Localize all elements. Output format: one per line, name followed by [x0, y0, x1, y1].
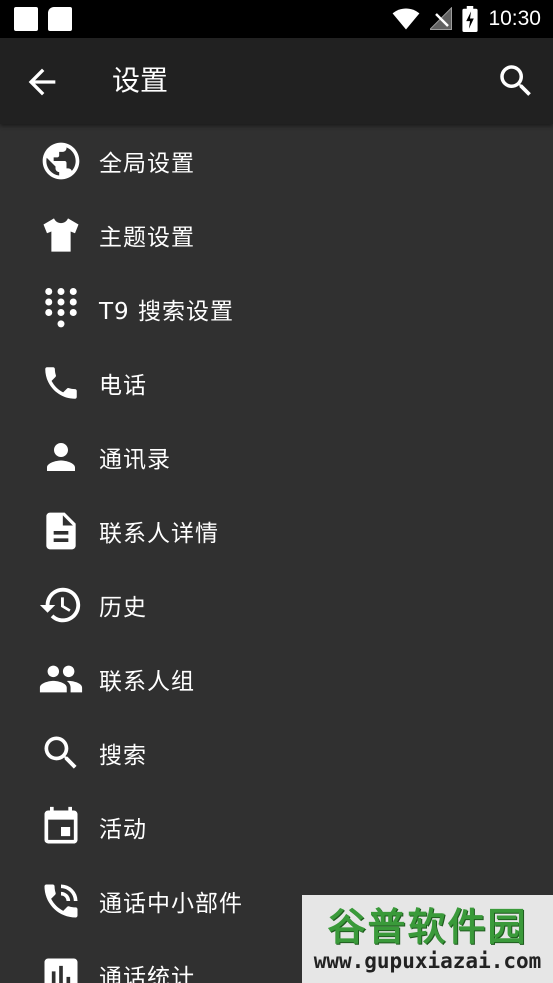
person-icon	[38, 434, 84, 480]
back-button[interactable]	[22, 62, 62, 102]
notification-square-icon	[14, 7, 38, 31]
settings-item-label: 电话	[99, 373, 147, 399]
notification-square-icon	[48, 7, 72, 31]
tshirt-icon	[38, 212, 84, 258]
globe-icon	[38, 138, 84, 184]
settings-item-contacts[interactable]: 通讯录	[0, 420, 553, 494]
page-title: 设置	[112, 64, 169, 97]
settings-item-label: 主题设置	[99, 225, 195, 251]
settings-item-t9-search[interactable]: T9 搜索设置	[0, 272, 553, 346]
arrow-back-icon	[28, 68, 56, 96]
history-icon	[38, 582, 84, 628]
settings-item-label: 搜索	[99, 743, 147, 769]
settings-item-label: 历史	[99, 595, 147, 621]
dialpad-icon	[38, 286, 84, 332]
settings-item-history[interactable]: 历史	[0, 568, 553, 642]
settings-item-label: 通话统计	[99, 965, 195, 983]
settings-item-label: 全局设置	[99, 151, 195, 177]
phone-icon	[38, 360, 84, 406]
status-notifications	[14, 7, 72, 31]
settings-item-label: 通讯录	[99, 447, 171, 473]
wifi-icon	[392, 7, 420, 31]
settings-item-contact-details[interactable]: 联系人详情	[0, 494, 553, 568]
search-icon	[38, 730, 84, 776]
status-bar: 10:30	[0, 0, 553, 38]
settings-item-events[interactable]: 活动	[0, 790, 553, 864]
settings-item-global[interactable]: 全局设置	[0, 124, 553, 198]
settings-item-label: 联系人组	[99, 669, 195, 695]
battery-charging-icon	[462, 6, 479, 32]
no-signal-icon	[430, 7, 453, 31]
status-indicators: 10:30	[392, 6, 541, 32]
watermark-logo: 谷普软件园	[327, 905, 528, 949]
settings-list: 全局设置 主题设置 T9 搜索设置 电话 通讯录 联系人详情 历史 联系人组 搜…	[0, 124, 553, 983]
settings-item-label: T9 搜索设置	[99, 299, 234, 325]
settings-item-label: 联系人详情	[99, 521, 219, 547]
settings-item-theme[interactable]: 主题设置	[0, 198, 553, 272]
search-button[interactable]	[495, 60, 537, 102]
group-icon	[38, 656, 84, 702]
calendar-icon	[38, 804, 84, 850]
document-icon	[38, 508, 84, 554]
settings-item-search[interactable]: 搜索	[0, 716, 553, 790]
app-bar: 设置	[0, 38, 553, 124]
settings-item-phone[interactable]: 电话	[0, 346, 553, 420]
watermark: 谷普软件园 www.gupuxiazai.com	[302, 895, 553, 983]
settings-item-label: 通话中小部件	[99, 891, 243, 917]
status-time: 10:30	[488, 7, 541, 30]
settings-item-contact-groups[interactable]: 联系人组	[0, 642, 553, 716]
settings-item-label: 活动	[99, 817, 147, 843]
watermark-url: www.gupuxiazai.com	[313, 949, 542, 973]
phone-in-talk-icon	[38, 878, 84, 924]
search-icon	[500, 65, 531, 96]
bar-chart-icon	[38, 952, 84, 983]
